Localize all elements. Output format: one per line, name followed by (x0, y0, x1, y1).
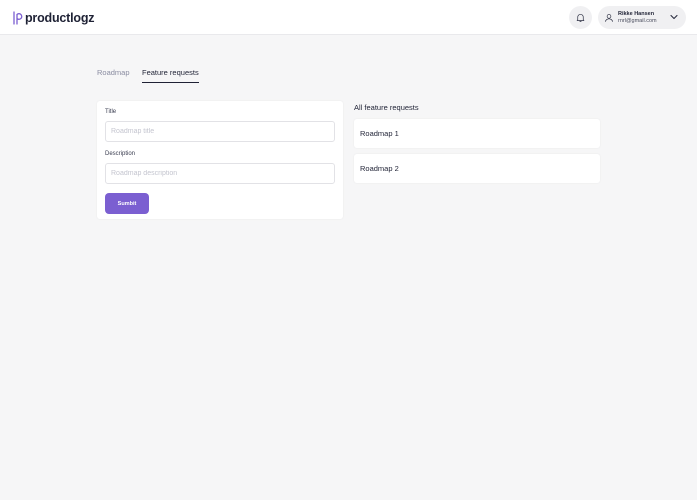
tab-feature-requests[interactable]: Feature requests (142, 68, 199, 83)
tab-roadmap[interactable]: Roadmap (97, 68, 130, 82)
feature-requests-heading: All feature requests (354, 103, 419, 112)
list-item[interactable]: Roadmap 1 (354, 119, 600, 148)
submit-button[interactable]: Sumbit (105, 193, 149, 214)
user-menu-button[interactable]: Rikke Hansen rnrl@gmail.com (598, 6, 686, 29)
user-email: rnrl@gmail.com (618, 17, 657, 24)
list-item[interactable]: Roadmap 2 (354, 154, 600, 183)
p-logo-icon (13, 11, 23, 25)
logo[interactable]: productlogz (12, 9, 95, 26)
chevron-down-icon (670, 14, 678, 20)
user-name: Rikke Hansen (618, 10, 655, 17)
user-icon (605, 13, 613, 22)
feature-request-form: Title Description Sumbit (97, 101, 343, 219)
logo-text: productlogz (25, 10, 95, 25)
top-header: productlogz Rikke Hansen rnrl@gmail.com (0, 0, 697, 35)
user-info: Rikke Hansen rnrl@gmail.com (618, 11, 657, 25)
avatar (604, 13, 614, 23)
description-label: Description (105, 151, 136, 157)
title-input[interactable] (105, 121, 335, 142)
notifications-button[interactable] (569, 6, 592, 29)
bell-icon (576, 14, 585, 22)
description-input[interactable] (105, 163, 335, 184)
title-label: Title (105, 109, 117, 115)
